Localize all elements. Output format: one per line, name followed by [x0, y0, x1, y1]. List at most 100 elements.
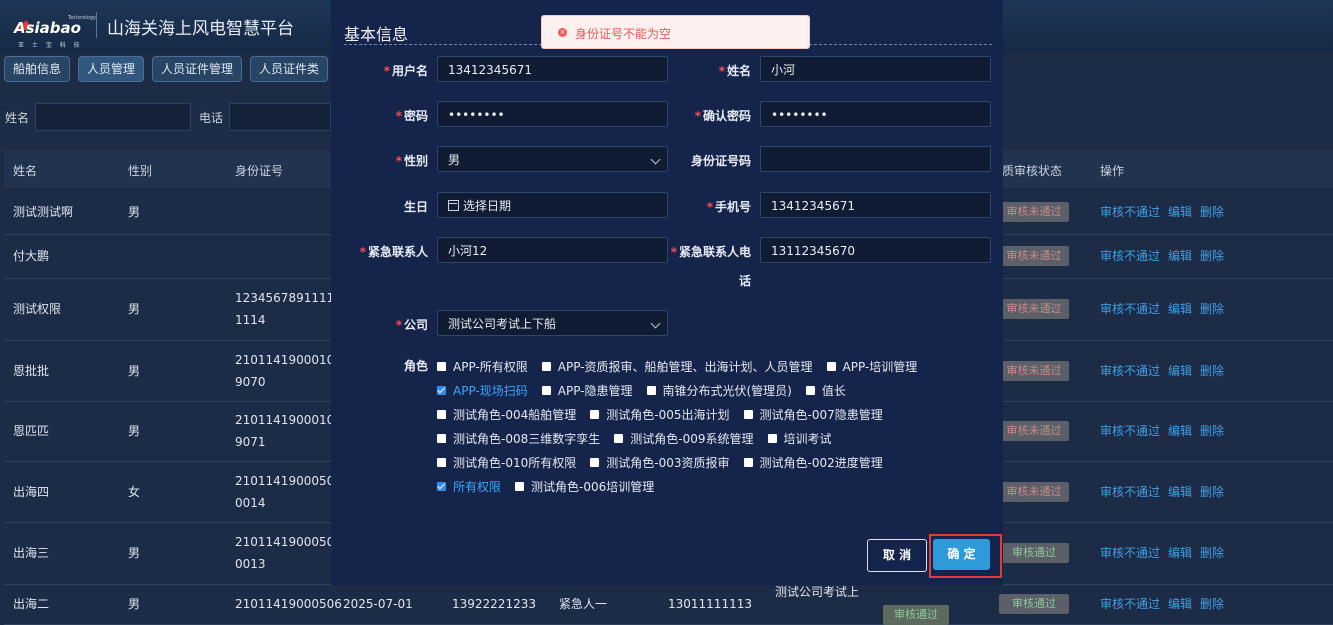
role-checkbox[interactable]: 测试角色-002进度管理 [743, 454, 883, 471]
reject-link[interactable]: 审核不通过 [1100, 364, 1160, 378]
role-row: 测试角色-008三维数字孪生 测试角色-009系统管理 培训考试 [437, 426, 977, 450]
roles-checkbox-group: APP-所有权限 APP-资质报审、船舶管理、出海计划、人员管理 APP-培训管理 A… [437, 354, 977, 498]
gender-select[interactable]: 男 [437, 146, 668, 172]
checkbox-empty-icon[interactable] [743, 409, 753, 419]
reject-link[interactable]: 审核不通过 [1100, 424, 1160, 438]
role-checkbox[interactable]: APP-现场扫码 [437, 382, 528, 399]
filter-phone-input[interactable] [229, 103, 332, 131]
row-actions: 审核不通过 编辑 删除 [1100, 203, 1232, 220]
name-field[interactable]: 小河 [760, 56, 991, 82]
username-field[interactable]: 13412345671 [437, 56, 668, 82]
cancel-button[interactable]: 取 消 [867, 539, 927, 572]
mobile-field[interactable]: 13412345671 [760, 192, 991, 218]
role-checkbox[interactable]: 测试角色-005出海计划 [590, 406, 730, 423]
edit-link[interactable]: 编辑 [1168, 597, 1192, 611]
role-checkbox[interactable]: 值长 [805, 382, 846, 399]
company-select[interactable]: 测试公司考试上下船 [437, 310, 668, 336]
emergency-phone-label: * 紧急联系人电 [670, 245, 751, 259]
checkbox-empty-icon[interactable] [826, 361, 836, 371]
reject-link[interactable]: 审核不通过 [1100, 597, 1160, 611]
cell-name: 测试权限 [13, 302, 62, 316]
confirm-button[interactable]: 确 定 [933, 539, 990, 570]
checkbox-empty-icon[interactable] [437, 361, 446, 371]
tab-certificate-types[interactable]: 人员证件类 [250, 56, 329, 82]
role-checkbox[interactable]: 测试角色-007隐患管理 [743, 406, 883, 423]
checkbox-empty-icon[interactable] [437, 409, 446, 419]
user-edit-dialog: 基本信息 * 用户名 13412345671 * 姓名 小河 * 密码 •••••••… [331, 0, 1003, 585]
delete-link[interactable]: 删除 [1200, 485, 1224, 499]
edit-link[interactable]: 编辑 [1168, 364, 1192, 378]
role-checkbox[interactable]: APP-培训管理 [826, 358, 917, 375]
tab-ship-info[interactable]: 船舶信息 [4, 56, 71, 82]
checkbox-empty-icon[interactable] [541, 385, 551, 395]
role-checkbox[interactable]: APP-资质报审、船舶管理、出海计划、人员管理 [541, 358, 813, 375]
checkbox-empty-icon[interactable] [805, 385, 815, 395]
role-checkbox[interactable]: 测试角色-010所有权限 [437, 454, 576, 471]
role-checkbox[interactable]: 南锥分布式光伏(管理员) [646, 382, 792, 399]
edit-link[interactable]: 编辑 [1168, 249, 1192, 263]
cell-name: 出海二 [13, 597, 50, 611]
delete-link[interactable]: 删除 [1200, 302, 1224, 316]
delete-link[interactable]: 删除 [1200, 205, 1224, 219]
reject-link[interactable]: 审核不通过 [1100, 205, 1160, 219]
edit-link[interactable]: 编辑 [1168, 302, 1192, 316]
status-badge: 审核未通过 [999, 421, 1069, 441]
role-checkbox[interactable]: 测试角色-008三维数字孪生 [437, 430, 600, 447]
tab-personnel[interactable]: 人员管理 [78, 56, 145, 82]
delete-link[interactable]: 删除 [1200, 424, 1224, 438]
checkbox-checked-icon[interactable] [437, 481, 446, 491]
checkbox-empty-icon[interactable] [590, 457, 600, 467]
role-checkbox[interactable]: APP-隐患管理 [541, 382, 633, 399]
role-checkbox[interactable]: 培训考试 [767, 430, 832, 447]
row-actions: 审核不通过 编辑 删除 [1100, 362, 1232, 379]
delete-link[interactable]: 删除 [1200, 546, 1224, 560]
idcard-field[interactable] [760, 146, 991, 172]
status-badge: 审核未通过 [999, 482, 1069, 502]
delete-link[interactable]: 删除 [1200, 364, 1224, 378]
checkbox-empty-icon[interactable] [590, 409, 600, 419]
checkbox-empty-icon[interactable] [767, 433, 777, 443]
emergency-phone-field[interactable]: 13112345670 [760, 237, 991, 263]
emergency-contact-field[interactable]: 小河12 [437, 237, 668, 263]
role-checkbox[interactable]: 测试角色-003资质报审 [590, 454, 730, 471]
edit-link[interactable]: 编辑 [1168, 205, 1192, 219]
edit-link[interactable]: 编辑 [1168, 546, 1192, 560]
checkbox-empty-icon[interactable] [614, 433, 624, 443]
reject-link[interactable]: 审核不通过 [1100, 302, 1160, 316]
checkbox-empty-icon[interactable] [437, 457, 446, 467]
filter-name-input[interactable] [35, 103, 192, 131]
role-checkbox[interactable]: 测试角色-009系统管理 [614, 430, 754, 447]
confirm-password-label: * 确认密码 [694, 109, 751, 123]
idcard-label: 身份证号码 [690, 154, 751, 168]
checkbox-checked-icon[interactable] [437, 385, 446, 395]
delete-link[interactable]: 删除 [1200, 597, 1224, 611]
calendar-icon [448, 200, 459, 211]
role-checkbox[interactable]: 所有权限 [437, 478, 501, 495]
checkbox-empty-icon[interactable] [541, 361, 551, 371]
confirm-password-field[interactable]: •••••••• [760, 101, 991, 127]
checkbox-empty-icon[interactable] [437, 433, 446, 443]
reject-link[interactable]: 审核不通过 [1100, 485, 1160, 499]
tab-personnel-certificates[interactable]: 人员证件管理 [152, 56, 243, 82]
role-checkbox[interactable]: 测试角色-004船舶管理 [437, 406, 576, 423]
role-label: 测试角色-002进度管理 [759, 455, 883, 470]
checkbox-empty-icon[interactable] [646, 385, 656, 395]
status-badge: 审核未通过 [999, 361, 1069, 381]
reject-link[interactable]: 审核不通过 [1100, 249, 1160, 263]
edit-link[interactable]: 编辑 [1168, 424, 1192, 438]
emergency-phone-label-cont: 话 [738, 274, 751, 288]
checkbox-empty-icon[interactable] [515, 481, 525, 491]
delete-link[interactable]: 删除 [1200, 249, 1224, 263]
role-checkbox[interactable]: APP-所有权限 [437, 358, 528, 375]
role-checkbox[interactable]: 测试角色-006培训管理 [515, 478, 654, 495]
cell-id: 21011419000101 [235, 353, 342, 367]
edit-link[interactable]: 编辑 [1168, 485, 1192, 499]
cell-id: 21011419000506 [235, 597, 342, 611]
reject-link[interactable]: 审核不通过 [1100, 546, 1160, 560]
birthday-picker[interactable]: 选择日期 [437, 192, 668, 218]
checkbox-empty-icon[interactable] [743, 457, 753, 467]
role-label: 测试角色-005出海计划 [606, 407, 730, 422]
role-row: 测试角色-004船舶管理 测试角色-005出海计划 测试角色-007隐患管理 [437, 402, 977, 426]
company-label: * 公司 [395, 318, 428, 332]
password-field[interactable]: •••••••• [437, 101, 668, 127]
